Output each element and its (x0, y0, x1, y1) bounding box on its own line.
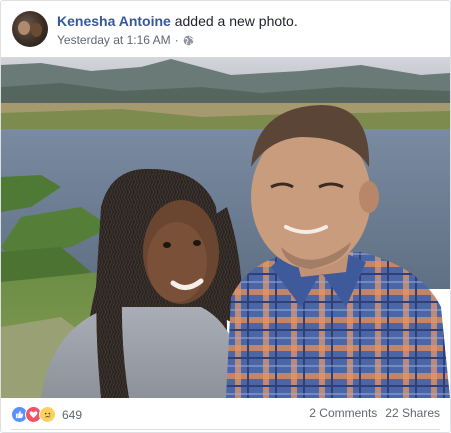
reaction-count[interactable]: 649 (62, 408, 82, 422)
author-name-link[interactable]: Kenesha Antoine (57, 13, 171, 29)
post-meta: Yesterday at 1:16 AM · (57, 33, 194, 47)
author-avatar[interactable] (12, 11, 48, 47)
globe-icon[interactable] (183, 35, 194, 46)
shares-link[interactable]: 22 Shares (385, 406, 440, 420)
photo-post: Kenesha Antoine added a new photo. Yeste… (0, 0, 451, 433)
reactions-summary[interactable]: 649 (11, 406, 82, 423)
meta-separator: · (174, 33, 179, 47)
footer-divider (11, 429, 440, 430)
post-photo[interactable] (1, 57, 450, 398)
engagement-counts: 2 Comments 22 Shares (309, 406, 440, 420)
post-timestamp[interactable]: Yesterday at 1:16 AM (57, 33, 171, 47)
post-footer: 649 2 Comments 22 Shares (1, 400, 450, 430)
sad-icon (39, 406, 56, 423)
post-action-text: added a new photo. (174, 13, 298, 29)
post-author-line: Kenesha Antoine added a new photo. (57, 13, 298, 29)
comments-link[interactable]: 2 Comments (309, 406, 377, 420)
post-header: Kenesha Antoine added a new photo. Yeste… (1, 1, 450, 53)
